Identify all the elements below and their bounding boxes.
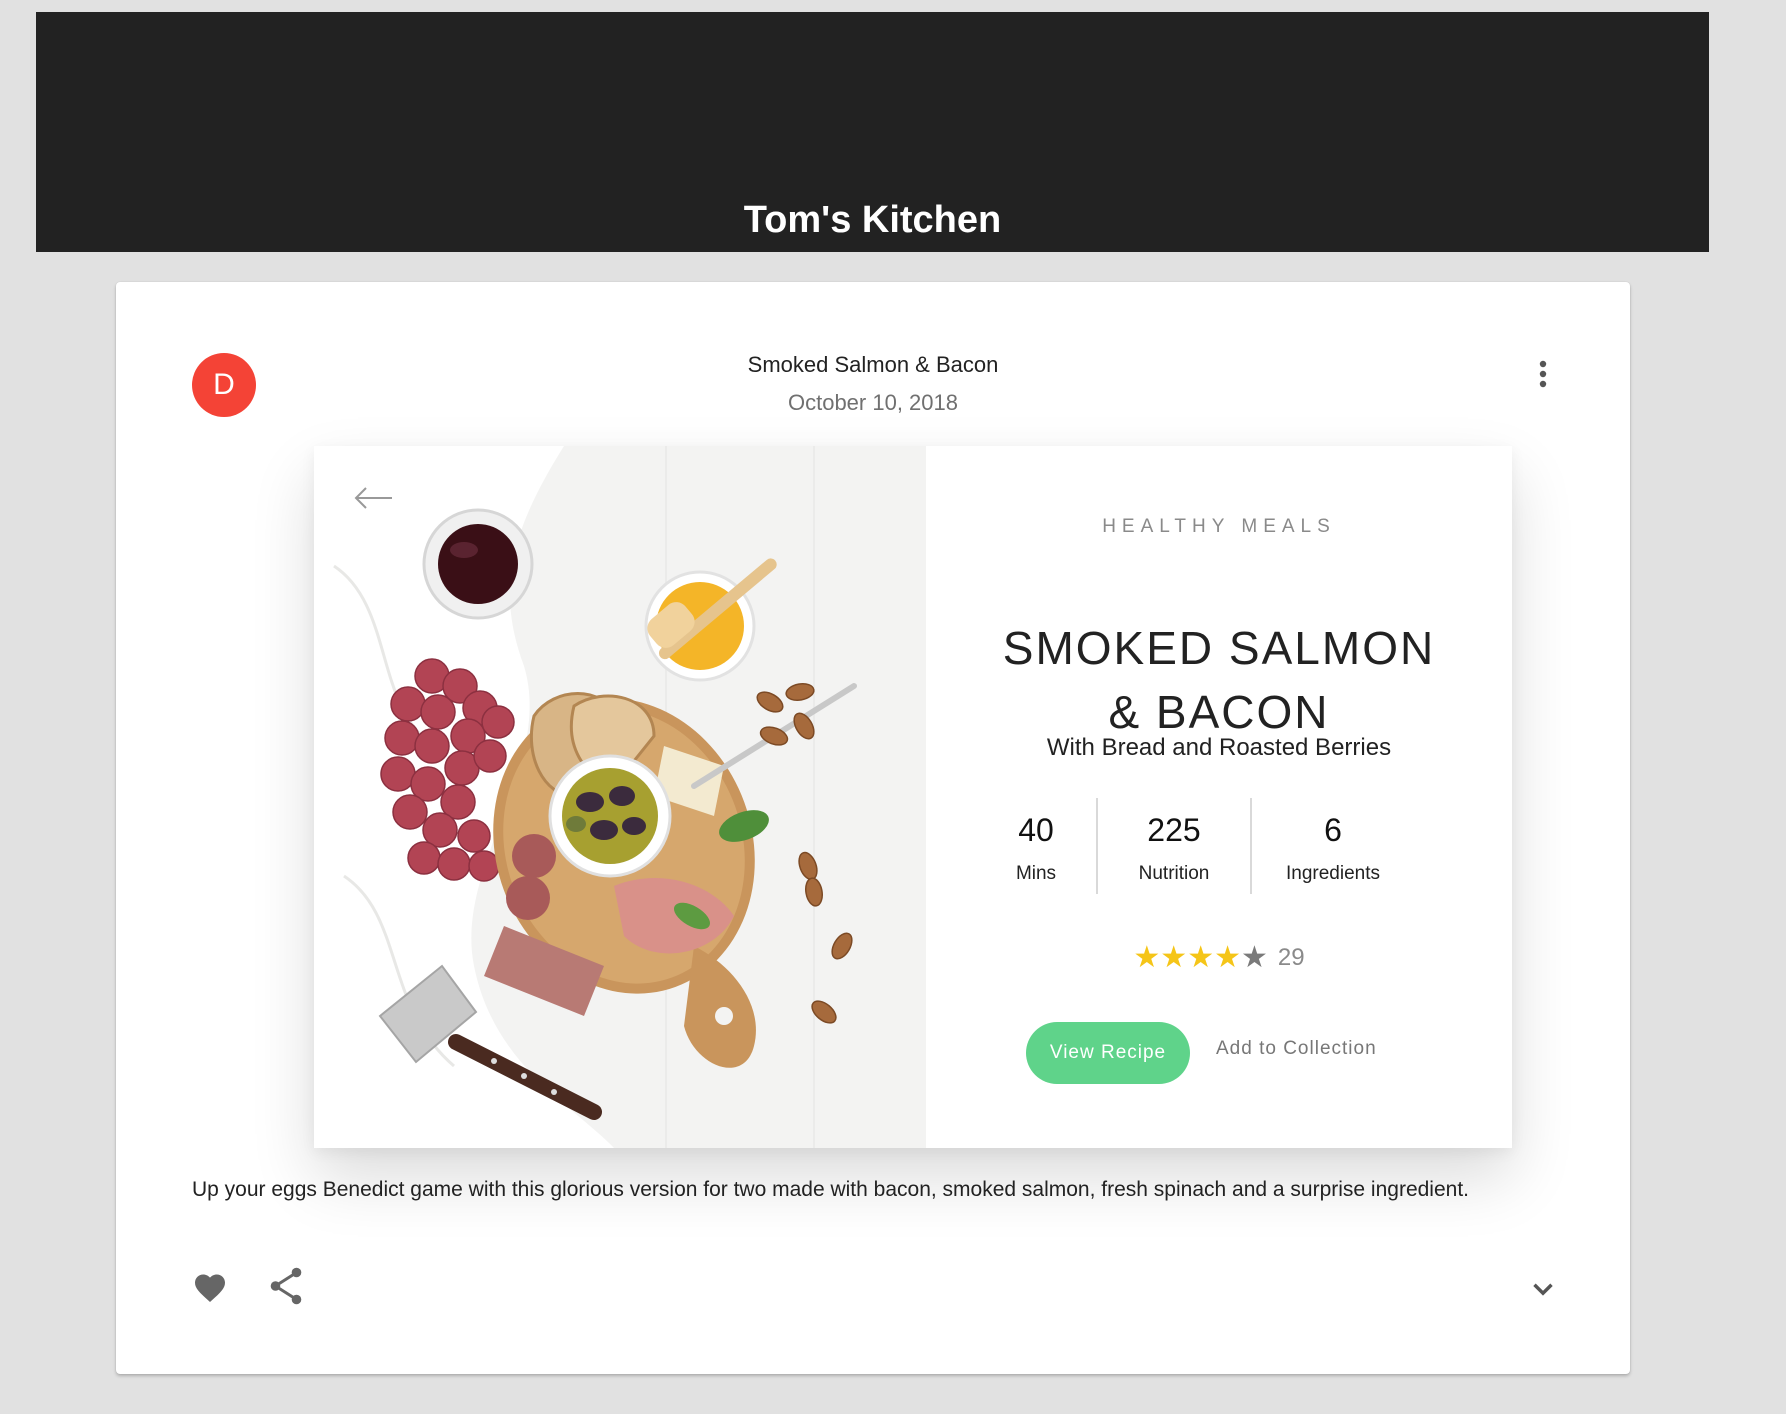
stat-divider bbox=[1250, 798, 1252, 894]
heart-icon[interactable] bbox=[192, 1270, 228, 1306]
stat-label: Nutrition bbox=[1138, 863, 1210, 884]
post-title: Smoked Salmon & Bacon bbox=[747, 352, 999, 377]
star-empty-icon[interactable]: ★ bbox=[1241, 941, 1268, 974]
star-rating: ★★★★★ bbox=[1133, 941, 1268, 974]
recipe-info: HEALTHY MEALS SMOKED SALMON & BACON With… bbox=[926, 446, 1512, 1148]
recipe-rating[interactable]: ★★★★★ 29 bbox=[926, 940, 1512, 975]
stat-time: 40 Mins bbox=[986, 798, 1086, 894]
recipe-category: HEALTHY MEALS bbox=[1102, 516, 1336, 537]
app-header: Tom's Kitchen bbox=[36, 12, 1709, 252]
recipe-card: HEALTHY MEALS SMOKED SALMON & BACON With… bbox=[314, 446, 1512, 1148]
recipe-photo bbox=[314, 446, 926, 1148]
stat-value: 40 bbox=[1018, 812, 1054, 848]
stat-value: 6 bbox=[1324, 812, 1342, 848]
recipe-title-line-1: SMOKED SALMON bbox=[1002, 622, 1436, 675]
star-filled-icon[interactable]: ★ bbox=[1160, 941, 1187, 974]
share-icon[interactable] bbox=[268, 1266, 304, 1306]
post-date: October 10, 2018 bbox=[787, 390, 958, 415]
app-title: Tom's Kitchen bbox=[743, 199, 1002, 241]
stat-value: 225 bbox=[1147, 812, 1201, 848]
star-filled-icon[interactable]: ★ bbox=[1214, 941, 1241, 974]
recipe-title-line-2: & BACON bbox=[1108, 686, 1330, 739]
recipe-post-card: D Smoked Salmon & Bacon October 10, 2018 bbox=[116, 282, 1630, 1374]
star-filled-icon[interactable]: ★ bbox=[1133, 941, 1160, 974]
stat-label: Ingredients bbox=[1285, 863, 1380, 884]
stat-nutrition: 225 Nutrition bbox=[1104, 798, 1244, 894]
post-description: Up your eggs Benedict game with this glo… bbox=[192, 1178, 1469, 1201]
add-to-collection-button[interactable]: Add to Collection bbox=[1216, 1038, 1377, 1060]
view-recipe-button[interactable]: View Recipe bbox=[1026, 1022, 1190, 1084]
more-vert-icon[interactable] bbox=[1531, 356, 1555, 392]
rating-count: 29 bbox=[1277, 944, 1305, 971]
chevron-down-icon[interactable] bbox=[1526, 1272, 1560, 1306]
stat-ingredients: 6 Ingredients bbox=[1258, 798, 1408, 894]
recipe-subtitle: With Bread and Roasted Berries bbox=[1046, 734, 1392, 761]
star-filled-icon[interactable]: ★ bbox=[1187, 941, 1214, 974]
recipe-stats: 40 Mins 225 Nutrition 6 Ingredients bbox=[986, 798, 1406, 894]
arrow-left-icon[interactable] bbox=[354, 486, 394, 510]
stat-divider bbox=[1096, 798, 1098, 894]
stat-label: Mins bbox=[1015, 863, 1057, 884]
recipe-title: SMOKED SALMON & BACON bbox=[966, 616, 1472, 744]
